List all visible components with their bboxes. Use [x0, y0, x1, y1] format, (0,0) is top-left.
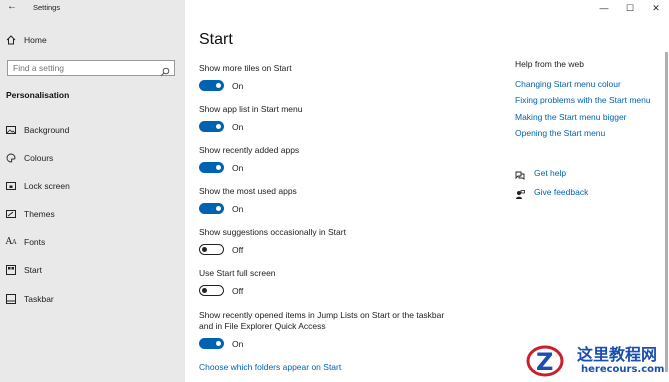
- setting-label: Show recently added apps: [199, 145, 300, 155]
- setting-label-line2: and in File Explorer Quick Access: [199, 321, 326, 331]
- chat-bubble-icon: [515, 168, 525, 180]
- scrollbar[interactable]: [665, 52, 668, 372]
- help-link-bigger[interactable]: Making the Start menu bigger: [515, 112, 627, 122]
- window-controls: — ☐ ✕: [591, 0, 669, 16]
- titlebar: ← Settings: [0, 0, 185, 16]
- sidebar-item-label: Lock screen: [24, 181, 70, 191]
- sidebar-item-label: Fonts: [24, 237, 46, 247]
- toggle-more-tiles[interactable]: [199, 80, 224, 91]
- toggle-knob: [216, 124, 221, 129]
- toggle-state: On: [232, 163, 244, 173]
- sidebar-item-label: Background: [24, 125, 70, 135]
- setting-label: Show app list in Start menu: [199, 104, 303, 114]
- start-icon: [6, 265, 16, 275]
- give-feedback-link[interactable]: Give feedback: [534, 187, 588, 197]
- search-box[interactable]: [7, 60, 175, 77]
- lock-screen-icon: [6, 181, 16, 191]
- brush-icon: [6, 209, 16, 219]
- setting-label: Show more tiles on Start: [199, 63, 292, 73]
- toggle-recently-added[interactable]: [199, 162, 224, 173]
- maximize-button[interactable]: ☐: [617, 0, 643, 16]
- toggle-knob: [216, 206, 221, 211]
- taskbar-icon: [6, 294, 16, 304]
- app-title: Settings: [33, 3, 61, 12]
- page-title: Start: [199, 31, 233, 48]
- home-icon: [6, 35, 16, 45]
- toggle-state: On: [232, 204, 244, 214]
- search-icon[interactable]: [160, 64, 170, 77]
- sidebar: ← Settings Home Personalisation Backgrou…: [0, 0, 185, 382]
- sidebar-item-label: Taskbar: [24, 294, 54, 304]
- section-title: Personalisation: [6, 90, 70, 100]
- watermark-logo: Z: [526, 345, 564, 377]
- sidebar-item-fonts[interactable]: AA Fonts: [0, 234, 46, 250]
- sidebar-item-label: Themes: [24, 209, 55, 219]
- sidebar-item-background[interactable]: Background: [0, 122, 69, 138]
- settings-window: ← Settings Home Personalisation Backgrou…: [0, 0, 669, 382]
- setting-label: Show the most used apps: [199, 186, 297, 196]
- watermark-text: 这里教程网: [577, 345, 658, 364]
- toggle-jump-lists[interactable]: [199, 338, 224, 349]
- choose-folders-link[interactable]: Choose which folders appear on Start: [199, 362, 341, 372]
- toggle-state: On: [232, 122, 244, 132]
- toggle-knob: [216, 341, 221, 346]
- sidebar-item-label: Colours: [24, 153, 54, 163]
- sidebar-item-lock-screen[interactable]: Lock screen: [0, 178, 70, 194]
- help-link-opening[interactable]: Opening the Start menu: [515, 128, 605, 138]
- setting-label: Use Start full screen: [199, 268, 276, 278]
- toggle-most-used[interactable]: [199, 203, 224, 214]
- toggle-state: On: [232, 81, 244, 91]
- toggle-full-screen[interactable]: [199, 285, 224, 296]
- watermark: Z 这里教程网 herecours.com: [517, 337, 667, 382]
- watermark-url: herecours.com: [581, 364, 665, 375]
- font-icon: AA: [5, 237, 17, 247]
- help-link-colour[interactable]: Changing Start menu colour: [515, 79, 621, 89]
- toggle-app-list[interactable]: [199, 121, 224, 132]
- sidebar-item-label: Home: [24, 35, 47, 45]
- setting-label: Show suggestions occasionally in Start: [199, 227, 346, 237]
- sidebar-item-taskbar[interactable]: Taskbar: [0, 291, 54, 307]
- toggle-knob: [202, 247, 207, 252]
- search-input[interactable]: [13, 63, 153, 73]
- sidebar-item-themes[interactable]: Themes: [0, 206, 55, 222]
- toggle-knob: [202, 288, 207, 293]
- back-arrow-icon[interactable]: ←: [7, 1, 17, 12]
- minimize-button[interactable]: —: [591, 0, 617, 16]
- help-title: Help from the web: [515, 59, 584, 69]
- close-button[interactable]: ✕: [643, 0, 669, 16]
- svg-text:Z: Z: [536, 348, 553, 376]
- sidebar-item-start[interactable]: Start: [0, 262, 42, 278]
- get-help-row[interactable]: Get help: [515, 167, 566, 180]
- toggle-knob: [216, 165, 221, 170]
- toggle-suggestions[interactable]: [199, 244, 224, 255]
- palette-icon: [6, 153, 16, 163]
- toggle-state: Off: [232, 245, 244, 255]
- toggle-state: Off: [232, 286, 244, 296]
- sidebar-item-home[interactable]: Home: [0, 32, 47, 48]
- sidebar-item-label: Start: [24, 265, 42, 275]
- toggle-knob: [216, 83, 221, 88]
- help-link-fixing[interactable]: Fixing problems with the Start menu: [515, 95, 651, 105]
- toggle-state: On: [232, 339, 244, 349]
- feedback-person-icon: [515, 187, 525, 199]
- sidebar-item-colours[interactable]: Colours: [0, 150, 53, 166]
- give-feedback-row[interactable]: Give feedback: [515, 186, 588, 199]
- picture-icon: [6, 125, 16, 135]
- get-help-link[interactable]: Get help: [534, 168, 566, 178]
